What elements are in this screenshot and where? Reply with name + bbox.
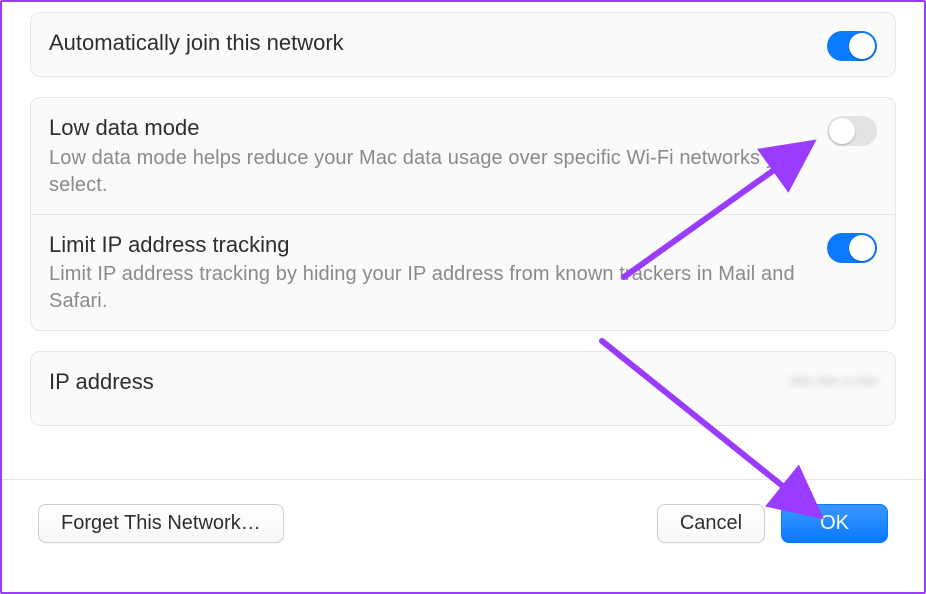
- ip-address-title: IP address: [49, 368, 770, 397]
- limit-ip-title: Limit IP address tracking: [49, 231, 807, 260]
- network-settings-panel: Automatically join this network Low data…: [0, 0, 926, 594]
- low-data-desc: Low data mode helps reduce your Mac data…: [49, 145, 807, 199]
- ip-address-row: IP address •••.•••.•.•••: [31, 352, 895, 425]
- limit-ip-toggle[interactable]: [827, 233, 877, 263]
- ip-address-value: •••.•••.•.•••: [790, 371, 877, 394]
- low-data-title: Low data mode: [49, 114, 807, 143]
- auto-join-title: Automatically join this network: [49, 29, 807, 58]
- auto-join-toggle[interactable]: [827, 31, 877, 61]
- ip-address-card: IP address •••.•••.•.•••: [30, 351, 896, 426]
- cancel-button[interactable]: Cancel: [657, 504, 765, 543]
- ok-button[interactable]: OK: [781, 504, 888, 543]
- privacy-card: Low data mode Low data mode helps reduce…: [30, 97, 896, 331]
- limit-ip-row: Limit IP address tracking Limit IP addre…: [31, 214, 895, 331]
- settings-body: Automatically join this network Low data…: [2, 2, 924, 479]
- auto-join-row: Automatically join this network: [31, 13, 895, 76]
- low-data-mode-toggle[interactable]: [827, 116, 877, 146]
- low-data-row: Low data mode Low data mode helps reduce…: [31, 98, 895, 214]
- limit-ip-desc: Limit IP address tracking by hiding your…: [49, 261, 807, 315]
- auto-join-card: Automatically join this network: [30, 12, 896, 77]
- forget-network-button[interactable]: Forget This Network…: [38, 504, 284, 543]
- footer-bar: Forget This Network… Cancel OK: [2, 480, 924, 592]
